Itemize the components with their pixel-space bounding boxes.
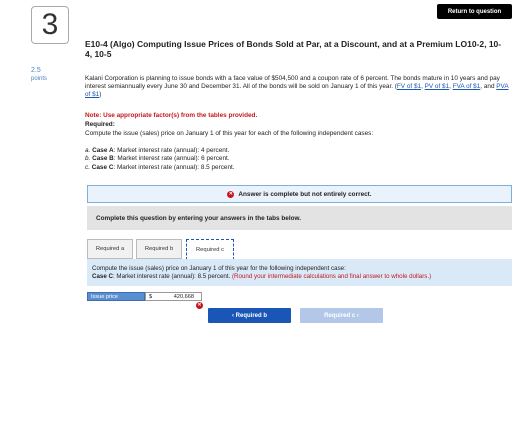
fva-table-link[interactable]: FVA of $1 [453,83,481,90]
issue-price-status: ✕ [196,293,203,311]
question-number: 3 [31,6,69,44]
note-text: Note: Use appropriate factor(s) from the… [85,112,258,119]
compute-instruction: Compute the issue (sales) price on Janua… [85,130,374,137]
currency-symbol: $ [149,294,153,300]
list-item: a. Case A: Market interest rate (annual)… [85,147,230,154]
case-list: a. Case A: Market interest rate (annual)… [85,147,235,172]
tabs-instruction: Complete this question by entering your … [87,206,512,230]
question-intro: Kalani Corporation is planning to issue … [85,75,509,99]
previous-required-b-button[interactable]: ‹ Required b [208,308,291,323]
incorrect-icon: ✕ [227,190,235,198]
required-label: Required: [85,121,115,128]
points-label: points [31,76,48,82]
tab-required-b[interactable]: Required b [136,239,182,259]
tab-panel-instructions: Compute the issue (sales) price on Janua… [87,259,512,286]
tab-required-a[interactable]: Required a [87,239,133,259]
answer-status-banner: ✕ Answer is complete but not entirely co… [87,185,512,203]
list-item: b. Case B: Market interest rate (annual)… [85,155,230,163]
incorrect-icon: ✕ [196,302,203,309]
return-to-question-button[interactable]: Return to question [437,4,512,19]
issue-price-value: 420,668 [173,294,194,300]
points-indicator: 2.5 points [31,67,47,83]
points-value: 2.5 [31,67,41,74]
tab-required-c[interactable]: Required c [186,239,234,260]
issue-price-input[interactable]: $ 420,668 [145,292,202,301]
next-required-c-button[interactable]: Required c › [300,308,383,323]
issue-price-label: Issue price [87,292,145,301]
question-title: E10-4 (Algo) Computing Issue Prices of B… [85,39,502,59]
pv-table-link[interactable]: PV of $1 [425,83,450,90]
list-item: c. Case C: Market interest rate (annual)… [85,163,235,171]
fv-table-link[interactable]: FV of $1 [397,83,421,90]
